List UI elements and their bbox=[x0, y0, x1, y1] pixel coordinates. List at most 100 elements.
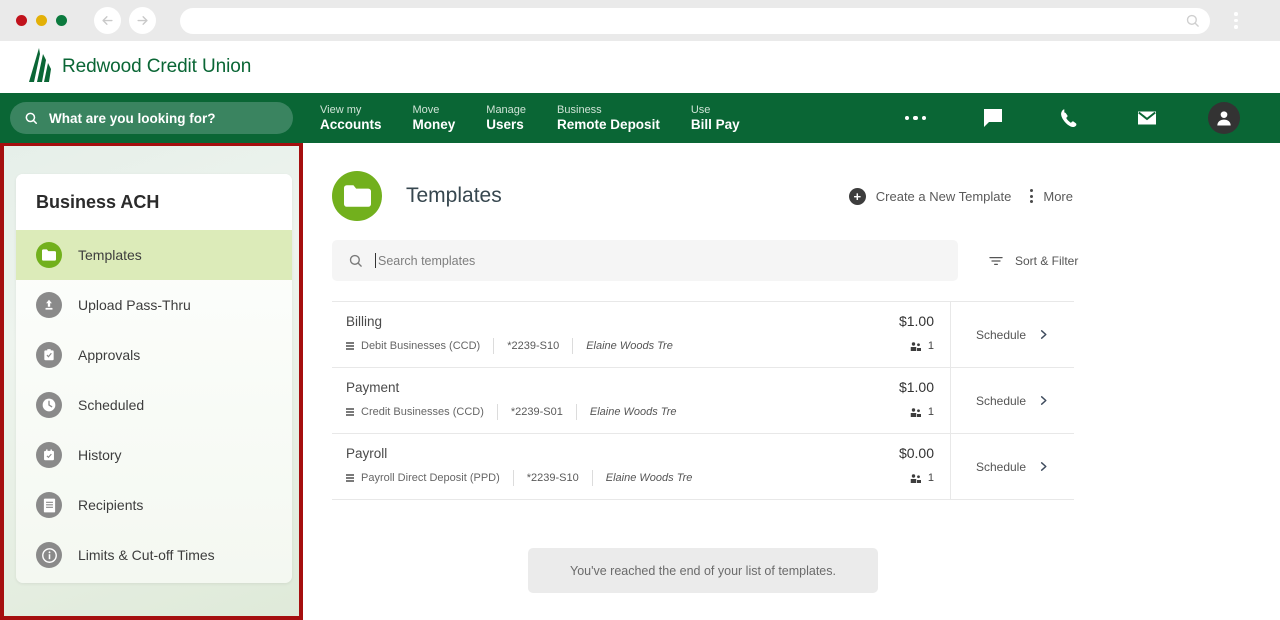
list-document-icon bbox=[36, 492, 62, 518]
global-search-placeholder: What are you looking for? bbox=[49, 110, 216, 126]
back-button[interactable] bbox=[94, 7, 121, 34]
template-recipient-count-value: 1 bbox=[927, 472, 934, 484]
template-account: *2239-S10 bbox=[526, 472, 579, 484]
minimize-window-button[interactable] bbox=[36, 15, 47, 26]
messages-button[interactable] bbox=[954, 93, 1031, 143]
more-options-button[interactable] bbox=[877, 93, 954, 143]
global-search-input[interactable]: What are you looking for? bbox=[10, 102, 293, 134]
info-icon bbox=[36, 542, 62, 568]
nav-item-accounts[interactable]: View my Accounts bbox=[320, 104, 382, 133]
search-templates-placeholder: Search templates bbox=[378, 253, 476, 268]
sidebar-item-templates-label: Templates bbox=[78, 247, 142, 263]
redwood-tree-logo-svg bbox=[29, 47, 51, 82]
forward-button[interactable] bbox=[129, 7, 156, 34]
page-header: Templates + Create a New Template More bbox=[332, 143, 1280, 227]
template-recipient-count: 1 bbox=[910, 340, 950, 352]
more-label: More bbox=[1043, 188, 1073, 204]
create-new-template-button[interactable]: + Create a New Template bbox=[848, 187, 1012, 205]
nav-item-manage-users[interactable]: Manage Users bbox=[486, 104, 526, 133]
nav-item-remote-deposit-label: Remote Deposit bbox=[557, 116, 660, 132]
more-button[interactable]: More bbox=[1030, 189, 1073, 204]
chevron-right-icon bbox=[1040, 330, 1047, 339]
people-icon bbox=[910, 407, 921, 417]
browser-menu-button[interactable] bbox=[1226, 12, 1246, 29]
folder-icon bbox=[36, 242, 62, 268]
nav-item-accounts-label: Accounts bbox=[320, 116, 382, 132]
folder-icon bbox=[332, 171, 382, 221]
brand-bar: Redwood Credit Union bbox=[0, 41, 1280, 93]
sort-and-filter-label: Sort & Filter bbox=[1015, 253, 1079, 268]
schedule-button[interactable]: Schedule bbox=[950, 434, 1074, 499]
brand-name: Redwood Credit Union bbox=[62, 56, 252, 77]
create-new-template-label: Create a New Template bbox=[875, 188, 1012, 204]
nav-item-bill-pay-label: Bill Pay bbox=[690, 116, 740, 132]
avatar bbox=[1207, 102, 1240, 134]
filter-icon bbox=[989, 256, 1003, 265]
user-avatar-icon bbox=[1216, 111, 1231, 126]
template-type: Credit Businesses (CCD) bbox=[361, 406, 484, 418]
template-name: Billing bbox=[346, 314, 383, 329]
browser-chrome bbox=[0, 0, 1280, 41]
divider bbox=[496, 404, 498, 420]
nav-item-bill-pay[interactable]: Use Bill Pay bbox=[691, 104, 740, 133]
nav-item-accounts-top: View my bbox=[320, 103, 362, 116]
search-templates-input[interactable]: Search templates bbox=[332, 240, 958, 281]
close-window-button[interactable] bbox=[16, 15, 27, 26]
mail-button[interactable] bbox=[1108, 93, 1185, 143]
nav-item-remote-deposit[interactable]: Business Remote Deposit bbox=[557, 104, 660, 133]
template-name: Payment bbox=[346, 380, 400, 395]
nav-item-remote-deposit-top: Business bbox=[557, 103, 602, 116]
chevron-right-icon bbox=[1040, 396, 1047, 405]
sidebar-item-recipients[interactable]: Recipients bbox=[16, 480, 292, 530]
template-amount: $0.00 bbox=[898, 445, 934, 461]
sidebar-item-templates[interactable]: Templates bbox=[16, 230, 292, 280]
address-bar[interactable] bbox=[180, 7, 1210, 34]
template-owner: Elaine Woods Tre bbox=[586, 340, 673, 352]
mail-envelope-icon bbox=[1137, 111, 1156, 125]
sidebar-item-upload-pass-thru[interactable]: Upload Pass-Thru bbox=[16, 280, 292, 330]
template-recipient-count-value: 1 bbox=[927, 406, 934, 418]
phone-icon bbox=[1061, 108, 1077, 127]
sidebar-item-scheduled-label: Scheduled bbox=[78, 397, 145, 413]
call-button[interactable] bbox=[1031, 93, 1108, 143]
main-content: Templates + Create a New Template More S… bbox=[303, 143, 1280, 620]
more-options-icon bbox=[904, 115, 927, 121]
redwood-tree-logo[interactable] bbox=[26, 47, 52, 87]
template-account: *2239-S10 bbox=[507, 340, 560, 352]
search-icon bbox=[1186, 14, 1199, 27]
sidebar-item-history[interactable]: History bbox=[16, 430, 292, 480]
plus-circle-icon: + bbox=[848, 187, 866, 205]
nav-item-move-money-label: Money bbox=[412, 116, 456, 132]
template-summary: Billing $1.00 bbox=[346, 313, 950, 329]
schedule-button[interactable]: Schedule bbox=[950, 368, 1074, 433]
sidebar-highlight-region: Business ACH Templates Upload Pass-Thru bbox=[0, 143, 303, 620]
sidebar-item-approvals[interactable]: Approvals bbox=[16, 330, 292, 380]
template-owner: Elaine Woods Tre bbox=[605, 472, 693, 484]
sort-and-filter-button[interactable]: Sort & Filter bbox=[988, 253, 1078, 269]
schedule-button[interactable]: Schedule bbox=[950, 302, 1074, 367]
clipboard-check-icon bbox=[36, 342, 62, 368]
sidebar-item-scheduled[interactable]: Scheduled bbox=[16, 380, 292, 430]
template-summary: Payment $1.00 bbox=[346, 379, 950, 395]
profile-button[interactable] bbox=[1185, 93, 1262, 143]
clock-icon bbox=[36, 392, 62, 418]
search-icon bbox=[349, 254, 362, 267]
table-row[interactable]: Payment $1.00 Credit Businesses (CCD) *2… bbox=[332, 368, 1074, 434]
divider bbox=[493, 338, 495, 354]
table-row[interactable]: Payroll $0.00 Payroll Direct Deposit (PP… bbox=[332, 434, 1074, 500]
table-row[interactable]: Billing $1.00 Debit Businesses (CCD) *22… bbox=[332, 302, 1074, 368]
page-body: Business ACH Templates Upload Pass-Thru bbox=[0, 143, 1280, 620]
nav-icon-group bbox=[877, 93, 1262, 143]
end-of-list-note: You've reached the end of your list of t… bbox=[528, 548, 878, 593]
list-lines-icon bbox=[346, 408, 354, 416]
nav-item-move-money[interactable]: Move Money bbox=[413, 104, 456, 133]
nav-links: View my Accounts Move Money Manage Users… bbox=[320, 104, 740, 133]
search-icon bbox=[25, 112, 38, 125]
search-row: Search templates Sort & Filter bbox=[332, 240, 1280, 281]
sidebar-item-limits-cutoff-times[interactable]: Limits & Cut-off Times bbox=[16, 530, 292, 580]
page-header-actions: + Create a New Template More bbox=[848, 187, 1073, 205]
template-meta: Payroll Direct Deposit (PPD) *2239-S10 E… bbox=[346, 470, 950, 486]
maximize-window-button[interactable] bbox=[56, 15, 67, 26]
back-arrow-icon bbox=[102, 16, 113, 25]
chevron-right-icon bbox=[1040, 462, 1047, 471]
